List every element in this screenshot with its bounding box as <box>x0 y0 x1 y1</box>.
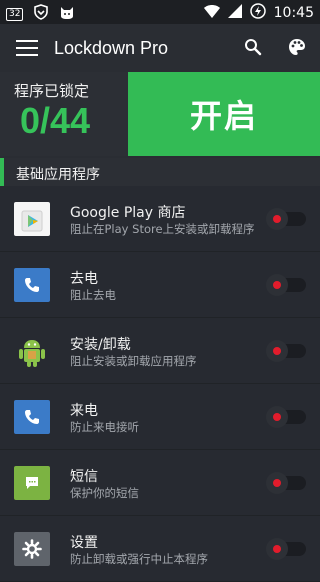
status-left: 32 <box>6 4 75 24</box>
status-bar: 32 10:45 <box>0 0 320 24</box>
app-title: Lockdown Pro <box>54 37 169 58</box>
list-item[interactable]: 短信 保护你的短信 <box>0 450 320 516</box>
lock-toggle[interactable] <box>266 274 306 296</box>
palette-icon[interactable] <box>288 38 306 60</box>
message-icon <box>14 466 50 500</box>
list-item[interactable]: 安装/卸载 阻止安装或卸载应用程序 <box>0 318 320 384</box>
list-item[interactable]: 设置 防止卸载或强行中止本程序 <box>0 516 320 582</box>
list-item-title: 设置 <box>70 535 98 551</box>
enable-button[interactable]: 开启 <box>128 72 320 156</box>
locked-panel: 程序已锁定 0/44 <box>0 72 128 156</box>
signal-icon <box>227 4 242 22</box>
list-item[interactable]: 去电 阻止去电 <box>0 252 320 318</box>
list-item-title: 去电 <box>70 271 98 287</box>
lock-toggle[interactable] <box>266 538 306 560</box>
list-item[interactable]: 来电 防止来电接听 <box>0 384 320 450</box>
shield-icon <box>33 4 49 24</box>
app-list: ❮❮❮ Google Play 商店 阻止在Play Store上安装或卸载程序… <box>0 186 320 582</box>
section-header: 基础应用程序 <box>0 156 320 186</box>
list-item-title: 短信 <box>70 469 98 485</box>
search-icon[interactable] <box>244 38 262 60</box>
android-icon <box>14 334 50 368</box>
menu-icon[interactable] <box>16 40 38 56</box>
lock-toggle[interactable] <box>266 406 306 428</box>
google-play-icon <box>14 202 50 236</box>
list-item-title: 安装/卸载 <box>70 337 131 353</box>
phone-icon <box>14 268 50 302</box>
gear-icon <box>14 532 50 566</box>
list-item-subtitle: 阻止在Play Store上安装或卸载程序 <box>70 222 255 236</box>
status-right: 10:45 <box>203 3 314 23</box>
lock-toggle[interactable] <box>266 208 306 230</box>
wifi-icon <box>203 4 220 22</box>
locked-count: 0/44 <box>20 100 91 141</box>
list-item[interactable]: Google Play 商店 阻止在Play Store上安装或卸载程序 <box>0 186 320 252</box>
battery-charging-icon <box>249 3 266 23</box>
list-item-subtitle: 保护你的短信 <box>70 486 139 500</box>
cat-icon <box>59 4 75 24</box>
lock-toggle[interactable] <box>266 472 306 494</box>
hero-panel: 程序已锁定 0/44 开启 <box>0 72 320 156</box>
list-item-title: Google Play 商店 <box>70 205 186 221</box>
notification-badge: 32 <box>6 7 24 21</box>
app-bar-actions <box>244 38 306 60</box>
app-bar: Lockdown Pro <box>0 24 320 72</box>
locked-label: 程序已锁定 <box>14 82 90 100</box>
list-item-title: 来电 <box>70 403 98 419</box>
lock-toggle[interactable] <box>266 340 306 362</box>
phone-icon <box>14 400 50 434</box>
enable-label: 开启 <box>189 97 258 135</box>
section-accent-bar <box>0 158 4 186</box>
list-item-subtitle: 阻止安装或卸载应用程序 <box>70 354 197 368</box>
list-item-subtitle: 防止卸载或强行中止本程序 <box>70 552 208 566</box>
list-item-subtitle: 防止来电接听 <box>70 420 139 434</box>
section-label: 基础应用程序 <box>16 167 100 183</box>
list-item-subtitle: 阻止去电 <box>70 288 116 302</box>
status-time: 10:45 <box>273 5 314 21</box>
